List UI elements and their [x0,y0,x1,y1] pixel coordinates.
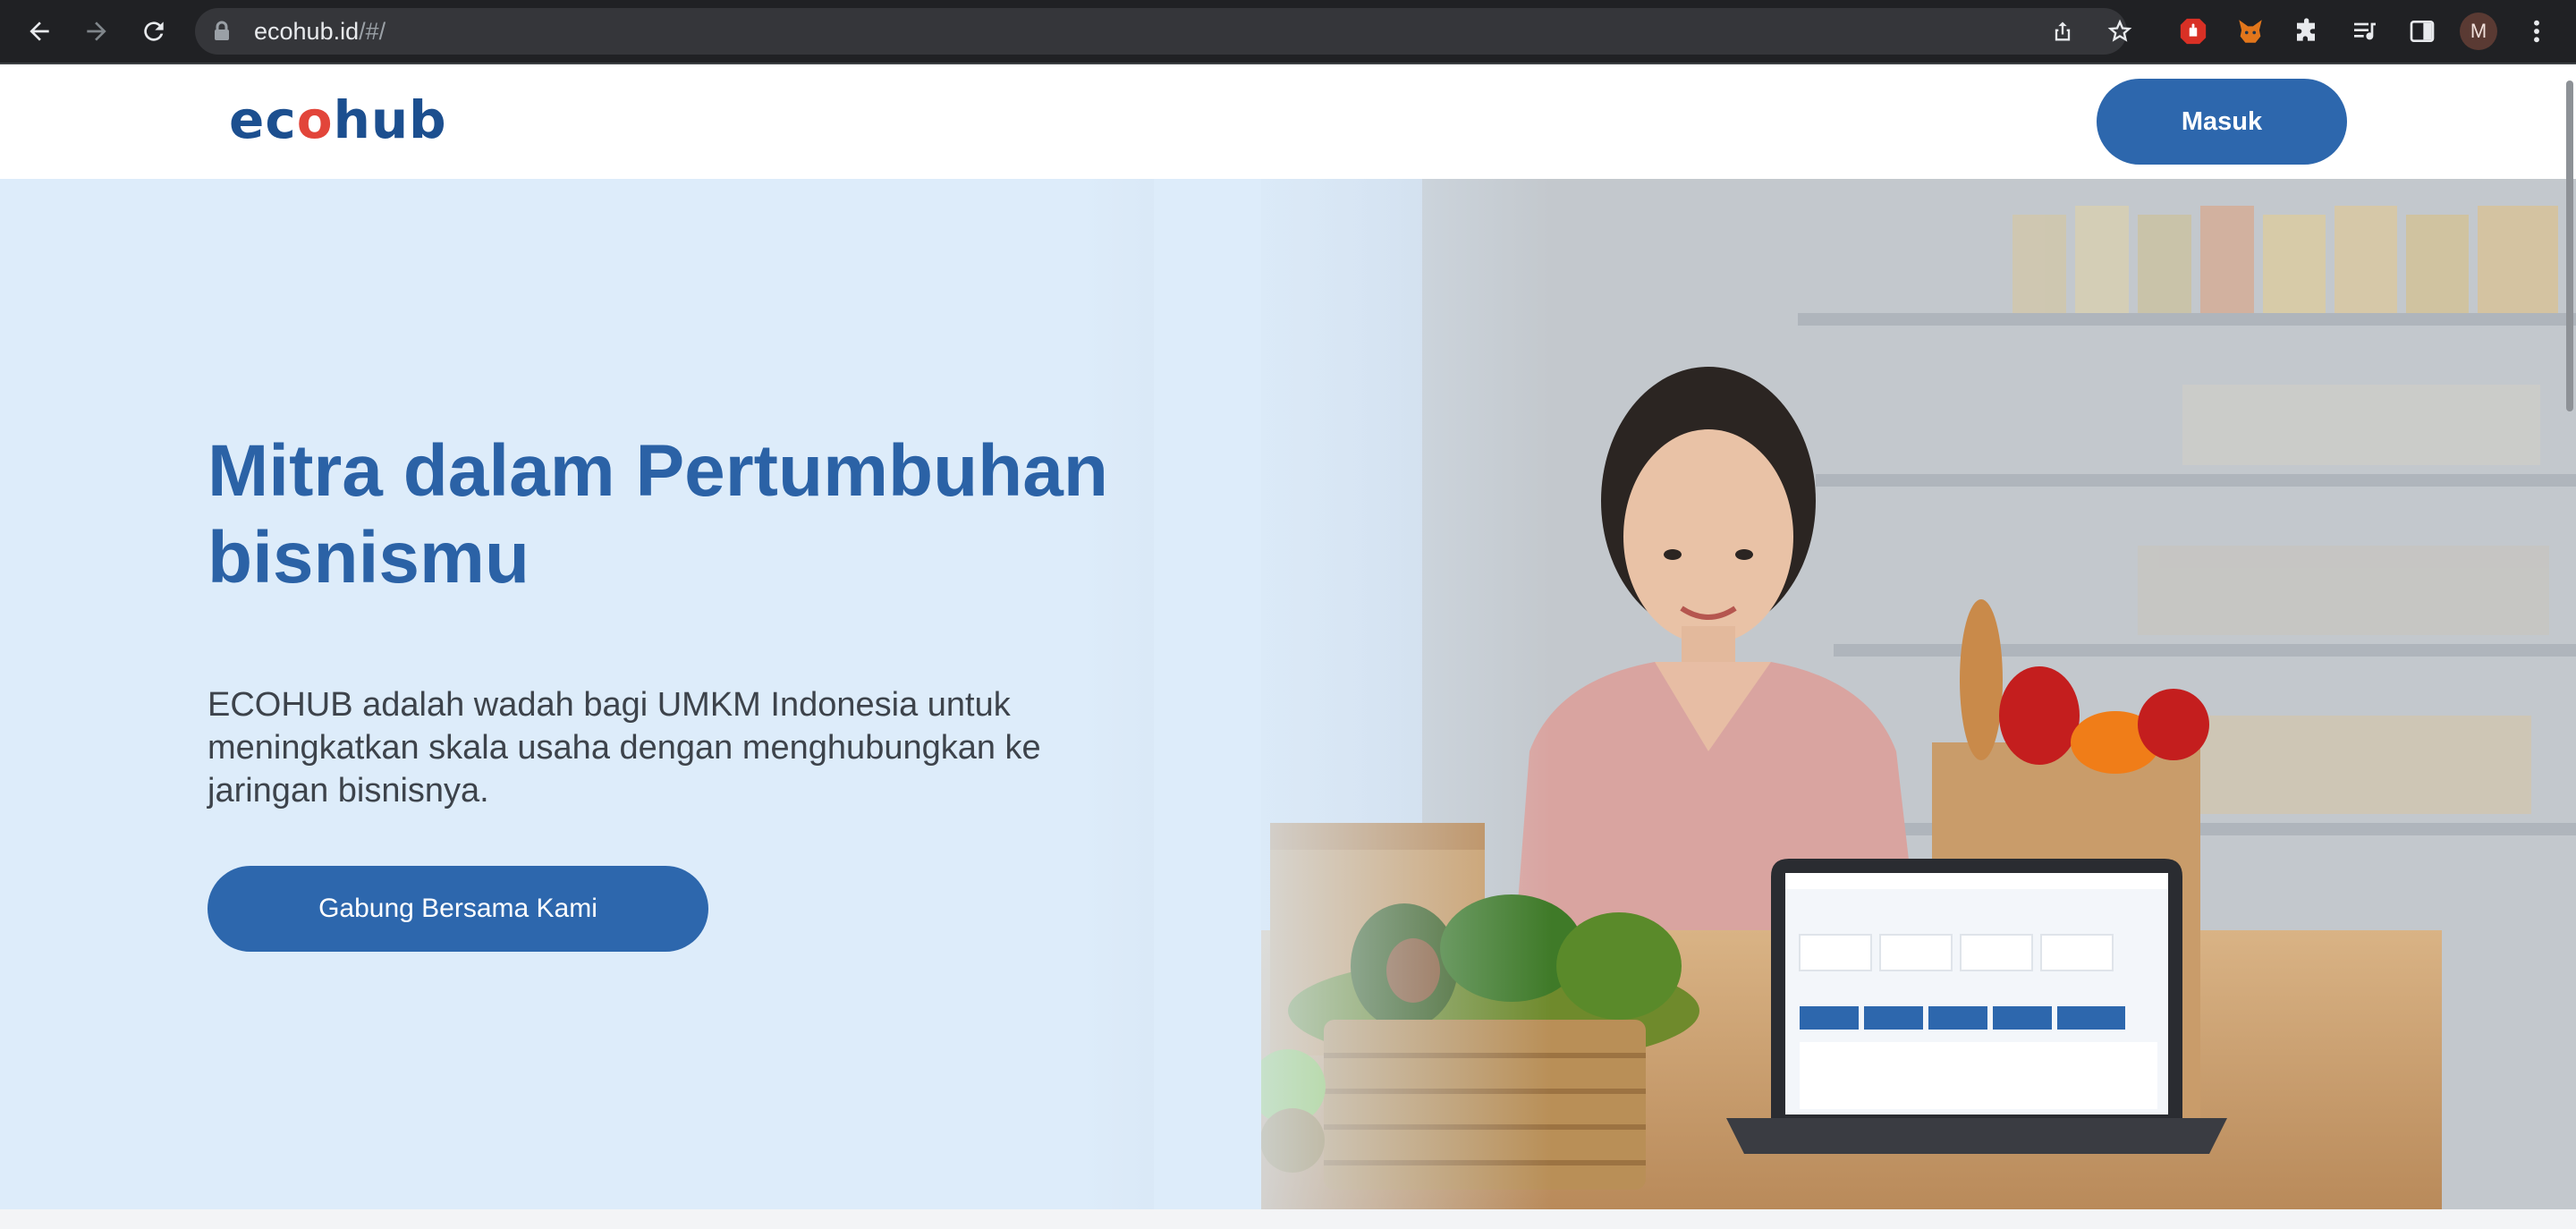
next-section-edge [0,1209,2576,1229]
hero-title: Mitra dalam Pertumbuhan bisnismu [208,430,1108,598]
hero-copy: Mitra dalam Pertumbuhan bisnismu ECOHUB … [208,428,1147,812]
join-us-button[interactable]: Gabung Bersama Kami [208,866,708,952]
back-icon[interactable] [21,13,57,49]
browser-toolbar: ecohub.id/#/ M [0,0,2576,64]
more-menu-icon[interactable] [2519,13,2555,49]
extensions-puzzle-icon[interactable] [2290,13,2326,49]
hero-description: ECOHUB adalah wadah bagi UMKM Indonesia … [208,686,1041,809]
forward-icon[interactable] [79,13,114,49]
address-bar[interactable]: ecohub.id/#/ [195,8,2132,55]
site-header: ecohub Masuk [0,64,2576,180]
adblock-extension-icon[interactable] [2175,13,2211,49]
metamask-extension-icon[interactable] [2233,13,2268,49]
media-control-icon[interactable] [2347,13,2383,49]
side-panel-icon[interactable] [2404,13,2440,49]
reload-icon[interactable] [136,13,172,49]
profile-avatar[interactable]: M [2460,13,2497,50]
login-button[interactable]: Masuk [2097,79,2347,165]
url-text: ecohub.id/#/ [254,18,386,45]
share-icon[interactable] [2050,19,2075,44]
lock-icon [213,21,231,47]
hero-image [1154,179,2576,1209]
scrollbar-thumb[interactable] [2566,81,2573,411]
bookmark-star-icon[interactable] [2107,19,2132,44]
ecohub-logo[interactable]: ecohub [229,89,447,150]
hero-section: Mitra dalam Pertumbuhan bisnismu ECOHUB … [0,179,2576,1209]
